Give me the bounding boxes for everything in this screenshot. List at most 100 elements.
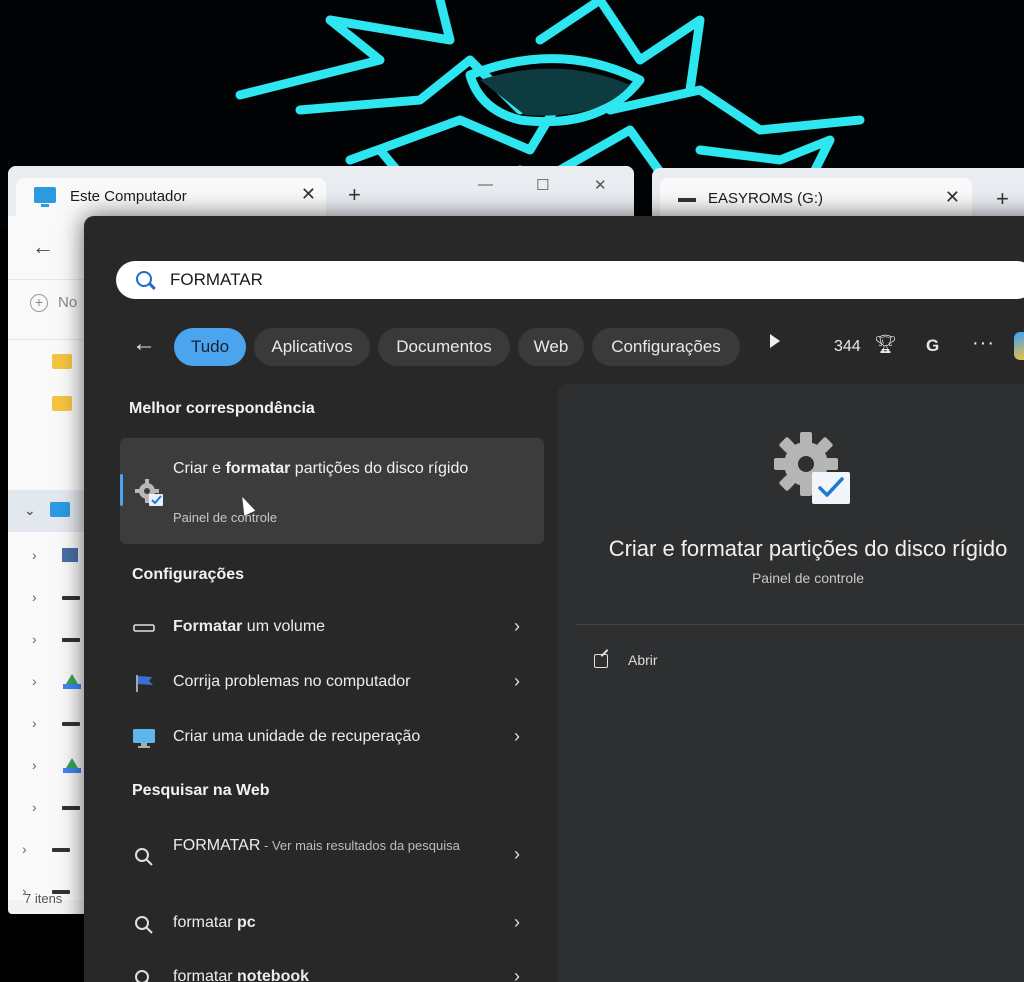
new-item-button[interactable]: + No	[30, 294, 77, 312]
maximize-button[interactable]: ☐	[536, 176, 549, 194]
web-result-main: formatar	[173, 968, 238, 982]
chevron-right-icon: ›	[32, 799, 37, 815]
web-result-label: FORMATAR - Ver mais resultados da pesqui…	[173, 832, 473, 859]
preview-title: Criar e formatar partições do disco rígi…	[608, 536, 1008, 561]
search-input[interactable]	[170, 267, 870, 293]
best-match-result[interactable]: Criar e formatar partições do disco rígi…	[120, 438, 544, 544]
setting-result-format-volume[interactable]: Formatar um volume ›	[120, 606, 544, 650]
trophy-icon[interactable]: 🏆︎	[874, 334, 897, 355]
best-match-header: Melhor correspondência	[129, 400, 315, 417]
drive-icon	[62, 548, 78, 562]
chevron-right-icon: ›	[32, 715, 37, 731]
close-tab-icon[interactable]: ✕	[301, 184, 316, 205]
web-result-formatar-notebook[interactable]: formatar notebook ›	[120, 956, 544, 982]
divider	[576, 624, 1024, 625]
setting-label-rest: um volume	[242, 618, 326, 635]
more-options-button[interactable]: ···	[972, 332, 995, 355]
chevron-right-icon: ›	[514, 671, 520, 691]
search-box[interactable]	[116, 261, 1024, 299]
filter-documentos[interactable]: Documentos	[378, 328, 510, 366]
chevron-right-icon: ›	[32, 631, 37, 647]
nav-item-drive[interactable]: ›	[8, 578, 84, 618]
chevron-right-icon: ›	[514, 966, 520, 982]
setting-label: Formatar um volume	[173, 618, 325, 636]
setting-label: Corrija problemas no computador	[173, 673, 410, 691]
google-drive-icon	[63, 758, 81, 773]
result-preview-pane: Criar e formatar partições do disco rígi…	[558, 384, 1024, 982]
close-tab-icon[interactable]: ✕	[945, 187, 960, 208]
back-arrow-icon[interactable]: ←	[32, 234, 54, 260]
filter-aplicativos[interactable]: Aplicativos	[254, 328, 370, 366]
selection-accent	[120, 474, 123, 506]
chevron-right-icon: ›	[32, 547, 37, 563]
setting-result-recovery-drive[interactable]: Criar uma unidade de recuperação ›	[120, 716, 544, 760]
nav-item-google-drive[interactable]: ›	[8, 746, 84, 786]
nav-item-drive[interactable]: ›	[8, 620, 84, 660]
drive-icon	[52, 848, 70, 852]
chevron-down-icon: ⌄	[24, 502, 36, 518]
open-external-icon	[594, 654, 608, 668]
web-result-bold: pc	[237, 914, 256, 931]
nav-item-drive[interactable]: ›	[8, 788, 84, 828]
drive-icon	[62, 638, 80, 642]
web-result-formatar-pc[interactable]: formatar pc ›	[120, 902, 544, 946]
search-icon	[136, 271, 152, 287]
setting-label-bold: Formatar	[173, 618, 243, 635]
explorer-tab-title: Este Computador	[70, 188, 187, 205]
filter-web[interactable]: Web	[518, 328, 584, 366]
rewards-points: 344	[834, 338, 861, 355]
copilot-icon[interactable]	[1014, 332, 1024, 360]
chevron-right-icon: ›	[514, 616, 520, 636]
explorer-tab[interactable]: Este Computador ✕	[16, 178, 326, 216]
drive-icon	[678, 198, 696, 202]
nav-item-this-pc[interactable]: ⌄	[8, 490, 84, 532]
new-tab-button[interactable]: +	[348, 184, 361, 206]
chevron-right-icon: ›	[22, 841, 27, 857]
setting-label: Criar uma unidade de recuperação	[173, 728, 420, 746]
best-match-title: Criar e formatar partições do disco rígi…	[173, 456, 493, 481]
chevron-right-icon: ›	[514, 912, 520, 932]
flag-icon	[136, 675, 153, 692]
minimize-button[interactable]: ―	[478, 176, 493, 193]
chevron-right-icon: ›	[514, 844, 520, 864]
folder-icon[interactable]	[52, 396, 72, 411]
web-search-header: Pesquisar na Web	[132, 782, 270, 799]
monitor-icon	[133, 729, 155, 748]
plus-icon: +	[30, 294, 48, 312]
explorer-tab-bar: Este Computador ✕ + ― ☐ ✕	[8, 166, 634, 216]
disk-management-gear-icon	[135, 479, 163, 506]
setting-label-rest: Criar uma unidade de recuperação	[173, 728, 421, 745]
search-icon	[135, 848, 153, 866]
settings-header: Configurações	[132, 566, 245, 583]
nav-item-drive[interactable]: ›	[8, 704, 84, 744]
new-tab-button[interactable]: +	[996, 188, 1009, 210]
folder-icon[interactable]	[52, 354, 72, 369]
web-result-label: formatar notebook	[173, 968, 309, 982]
account-avatar[interactable]: G	[926, 336, 939, 356]
nav-item-drive[interactable]: ›	[8, 830, 84, 870]
computer-icon	[50, 502, 70, 517]
filter-configuracoes[interactable]: Configurações	[592, 328, 740, 366]
chevron-right-icon: ›	[514, 726, 520, 746]
web-result-formatar[interactable]: FORMATAR - Ver mais resultados da pesqui…	[120, 828, 544, 884]
best-title-post: partições do disco rígido	[290, 460, 469, 477]
search-icon	[135, 970, 149, 982]
nav-item-google-drive[interactable]: ›	[8, 662, 84, 702]
web-result-main: formatar	[173, 914, 238, 931]
disk-management-gear-icon	[774, 432, 850, 504]
more-filters-play-icon[interactable]	[770, 334, 780, 348]
back-arrow-icon[interactable]: ←	[132, 330, 156, 358]
filter-tudo[interactable]: Tudo	[174, 328, 246, 366]
nav-item-drive[interactable]: ›	[8, 536, 84, 576]
close-window-button[interactable]: ✕	[594, 176, 607, 194]
web-result-main: FORMATAR	[173, 837, 261, 854]
open-label: Abrir	[628, 652, 658, 668]
web-result-label: formatar pc	[173, 914, 256, 932]
setting-label-rest: Corrija problemas no computador	[173, 673, 411, 690]
chevron-right-icon: ›	[32, 757, 37, 773]
drive-icon	[62, 806, 80, 810]
setting-result-troubleshoot[interactable]: Corrija problemas no computador ›	[120, 661, 544, 705]
preview-subtitle: Painel de controle	[751, 570, 865, 586]
chevron-right-icon: ›	[32, 673, 37, 689]
status-item-count: 7 itens	[24, 891, 63, 906]
